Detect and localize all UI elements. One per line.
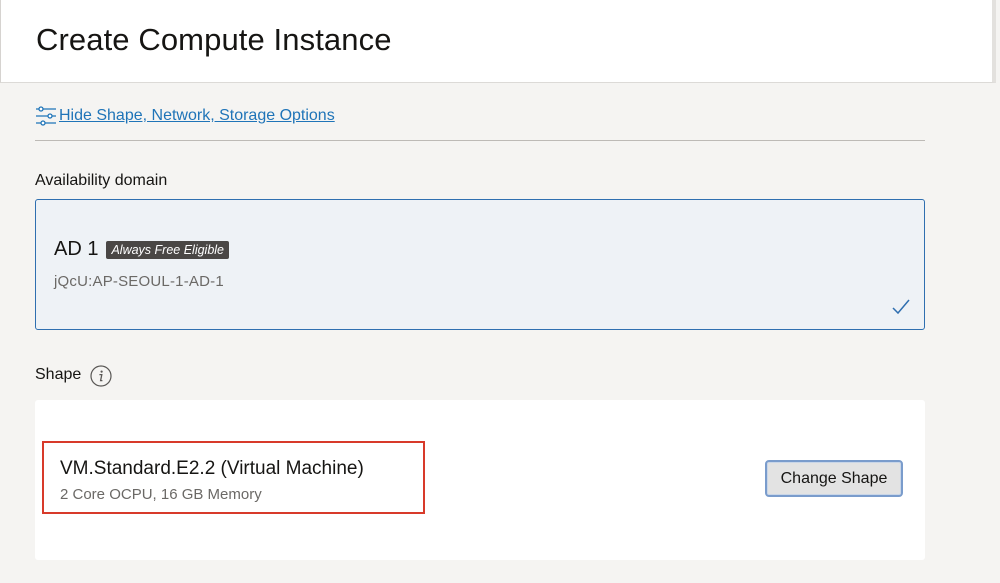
shape-card: VM.Standard.E2.2 (Virtual Machine) 2 Cor… [35, 400, 925, 560]
shape-name: VM.Standard.E2.2 (Virtual Machine) [60, 458, 364, 479]
availability-domain-option-ad1[interactable]: AD 1 Always Free Eligible jQcU:AP-SEOUL-… [35, 199, 925, 330]
always-free-badge: Always Free Eligible [106, 240, 230, 259]
hide-options-link[interactable]: Hide Shape, Network, Storage Options [35, 105, 335, 127]
selected-shape-highlight: VM.Standard.E2.2 (Virtual Machine) 2 Cor… [42, 441, 425, 514]
form-content: Hide Shape, Network, Storage Options Ava… [0, 83, 1000, 583]
change-shape-button[interactable]: Change Shape [765, 460, 903, 497]
page-header: Create Compute Instance [0, 0, 996, 83]
shape-label: Shape [35, 366, 82, 384]
section-divider [35, 140, 925, 141]
checkmark-icon [892, 299, 910, 315]
info-icon[interactable] [90, 365, 112, 387]
shape-spec: 2 Core OCPU, 16 GB Memory [60, 486, 262, 503]
ad-name: AD 1 [54, 238, 99, 260]
availability-domain-label: Availability domain [35, 172, 168, 189]
sliders-icon [35, 105, 57, 127]
ad-name-row: AD 1 Always Free Eligible [54, 238, 230, 261]
hide-options-label: Hide Shape, Network, Storage Options [59, 107, 335, 124]
ad-identifier: jQcU:AP-SEOUL-1-AD-1 [54, 273, 224, 290]
shape-label-row: Shape [35, 365, 112, 387]
page-title: Create Compute Instance [36, 22, 392, 57]
